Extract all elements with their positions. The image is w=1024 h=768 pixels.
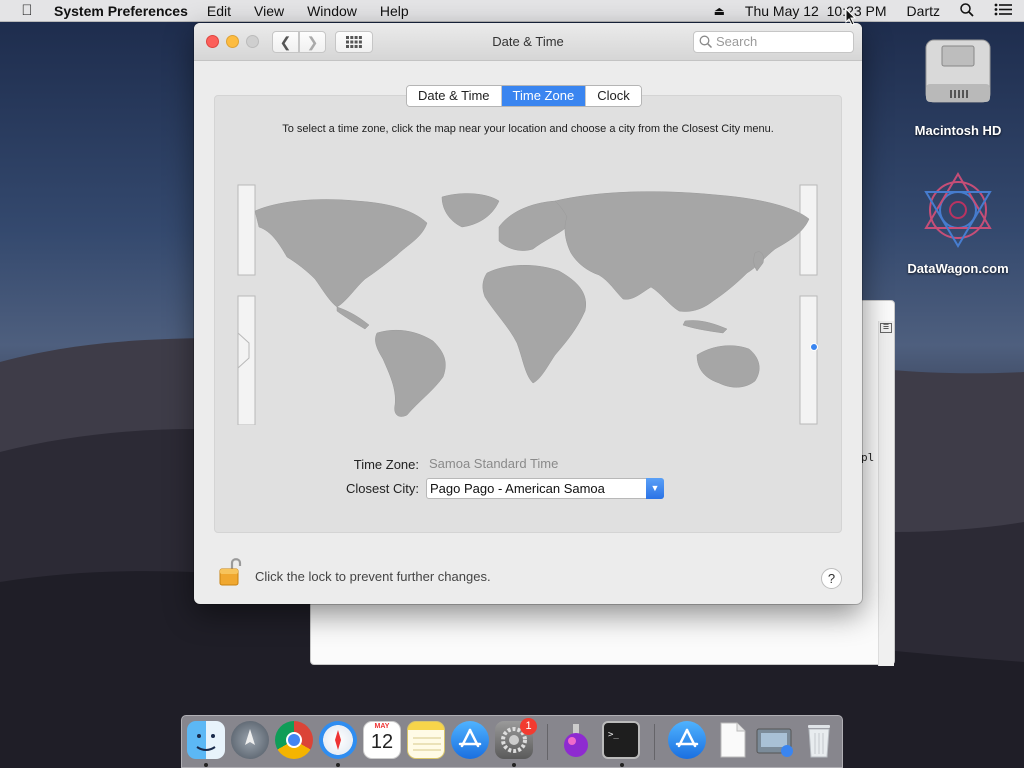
document-icon[interactable] — [713, 721, 751, 759]
chrome-icon[interactable] — [275, 721, 313, 759]
background-window-scrollbar[interactable] — [878, 321, 894, 666]
title-bar[interactable]: ❮ ❯ Date & Time Search — [194, 23, 862, 61]
time-zone-label: Time Zone: — [353, 457, 419, 472]
potion-app-icon[interactable] — [557, 721, 595, 759]
notification-badge: 1 — [520, 718, 537, 735]
lock-status-text: Click the lock to prevent further change… — [255, 569, 491, 584]
time-zone-value: Samoa Standard Time — [429, 456, 559, 471]
tab-bar: Date & Time Time Zone Clock — [406, 85, 642, 107]
chevron-down-icon: ▼ — [646, 478, 664, 499]
tab-time-zone[interactable]: Time Zone — [501, 86, 587, 106]
closest-city-select[interactable]: Pago Pago - American Samoa ▼ — [426, 478, 664, 499]
menubar-user[interactable]: Dartz — [907, 3, 940, 19]
selected-location-marker — [810, 343, 818, 351]
calendar-month: MAY — [374, 723, 390, 730]
closest-city-label: Closest City: — [346, 481, 419, 496]
terminal-icon[interactable]: >_ — [602, 721, 640, 759]
mouse-cursor-icon — [845, 8, 857, 26]
app-store-icon[interactable] — [451, 721, 489, 759]
eject-icon[interactable]: ⏏ — [714, 4, 725, 18]
chevron-right-icon: ❯ — [306, 34, 319, 50]
grid-icon — [346, 36, 362, 48]
help-button[interactable]: ? — [821, 568, 842, 589]
safari-icon[interactable] — [319, 721, 357, 759]
desktop-item-macintosh-hd[interactable]: Macintosh HD — [898, 34, 1018, 138]
desktop-item-label: DataWagon.com — [907, 261, 1009, 276]
app-store-download-icon[interactable] — [668, 721, 706, 759]
dock-separator — [547, 724, 548, 760]
system-preferences-window: ❮ ❯ Date & Time Search Date & Time Time … — [194, 23, 862, 604]
menu-app-name[interactable]: System Preferences — [54, 3, 188, 19]
system-preferences-running-dot — [512, 763, 516, 767]
tab-clock[interactable]: Clock — [586, 86, 641, 106]
safari-running-dot — [336, 763, 340, 767]
notes-icon[interactable] — [407, 721, 445, 759]
calendar-icon[interactable]: MAY 12 — [363, 721, 401, 759]
minimize-button[interactable] — [226, 35, 239, 48]
show-all-button[interactable] — [335, 31, 373, 53]
spotlight-icon[interactable] — [960, 2, 974, 20]
terminal-running-dot — [620, 763, 624, 767]
search-input[interactable]: Search — [693, 31, 854, 53]
forward-button[interactable]: ❯ — [299, 31, 326, 53]
closest-city-value: Pago Pago - American Samoa — [430, 481, 605, 496]
launchpad-icon[interactable] — [231, 721, 269, 759]
apple-menu-icon[interactable]:  — [0, 2, 54, 19]
finder-running-dot — [204, 763, 208, 767]
dock: MAY 12 1 >_ — [181, 715, 843, 768]
svg-text:>_: >_ — [608, 730, 619, 740]
background-window-menu-icon[interactable]: ☰ — [880, 323, 892, 333]
finder-icon[interactable] — [187, 721, 225, 759]
calendar-day: 12 — [370, 731, 394, 753]
menu-help[interactable]: Help — [380, 3, 409, 19]
desktop-item-label: Macintosh HD — [914, 123, 1002, 138]
menu-window[interactable]: Window — [307, 3, 357, 19]
unlocked-lock-icon[interactable] — [218, 555, 244, 587]
menubar-clock[interactable]: Thu May 12 10:23 PM — [745, 3, 887, 19]
notification-center-icon[interactable] — [994, 3, 1012, 19]
datawagon-logo-icon — [924, 172, 992, 248]
menu-edit[interactable]: Edit — [207, 3, 231, 19]
dock-separator — [654, 724, 655, 760]
desktop-item-datawagon[interactable]: DataWagon.com — [898, 168, 1018, 276]
hard-drive-icon — [925, 39, 991, 103]
world-time-zone-map[interactable] — [237, 183, 819, 425]
menu-bar:  System Preferences Edit View Window He… — [0, 0, 1024, 22]
zoom-button[interactable] — [246, 35, 259, 48]
background-window-text: pl — [861, 451, 875, 464]
menu-view[interactable]: View — [254, 3, 284, 19]
search-icon — [699, 35, 713, 49]
trash-icon[interactable] — [800, 721, 838, 759]
close-button[interactable] — [206, 35, 219, 48]
tab-date-time[interactable]: Date & Time — [407, 86, 502, 106]
chevron-left-icon: ❮ — [279, 34, 292, 50]
search-placeholder: Search — [716, 34, 758, 49]
instructions-text: To select a time zone, click the map nea… — [282, 123, 774, 135]
back-button[interactable]: ❮ — [272, 31, 299, 53]
screenshot-icon[interactable] — [755, 721, 793, 759]
